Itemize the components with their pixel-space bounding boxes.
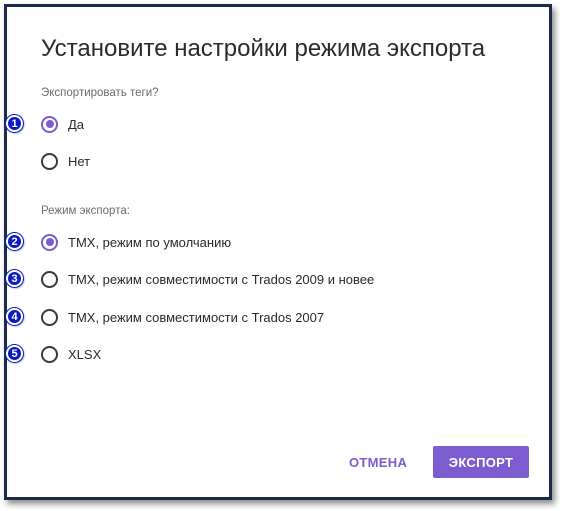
radio-dot xyxy=(45,120,54,128)
radio-label-tmx-trados-2009: TMX, режим совместимости с Trados 2009 и… xyxy=(68,271,375,287)
radio-option-tags-no[interactable]: Нет xyxy=(41,150,90,172)
radio-button[interactable] xyxy=(41,270,58,288)
radio-label-tmx-trados-2007: TMX, режим совместимости с Trados 2007 xyxy=(68,309,325,325)
radio-button-checked[interactable] xyxy=(41,233,58,251)
cancel-button[interactable]: ОТМЕНА xyxy=(339,447,417,478)
radio-label-no: Нет xyxy=(68,153,91,169)
radio-option-tmx-trados-2009[interactable]: TMX, режим совместимости с Trados 2009 и… xyxy=(41,268,374,290)
export-tags-label: Экспортировать теги? xyxy=(41,87,159,99)
annotation-badge-1: 1 xyxy=(6,115,23,132)
radio-option-tags-yes[interactable]: Да xyxy=(41,113,84,135)
radio-option-xlsx[interactable]: XLSX xyxy=(41,343,101,365)
radio-option-tmx-default[interactable]: TMX, режим по умолчанию xyxy=(41,231,231,253)
export-mode-label: Режим экспорта: xyxy=(41,205,130,217)
radio-dot xyxy=(45,238,54,246)
annotation-badge-2: 2 xyxy=(6,233,23,250)
radio-button[interactable] xyxy=(41,152,58,170)
radio-label-tmx-default: TMX, режим по умолчанию xyxy=(68,234,232,250)
annotation-badge-3: 3 xyxy=(6,270,23,287)
radio-button[interactable] xyxy=(41,345,58,363)
radio-button-checked[interactable] xyxy=(41,115,58,133)
export-settings-dialog: Установите настройки режима экспорта Экс… xyxy=(6,7,549,497)
dialog-title: Установите настройки режима экспорта xyxy=(41,35,486,62)
radio-option-tmx-trados-2007[interactable]: TMX, режим совместимости с Trados 2007 xyxy=(41,306,324,328)
radio-button[interactable] xyxy=(41,308,58,326)
radio-label-yes: Да xyxy=(68,116,85,132)
annotation-badge-5: 5 xyxy=(6,345,23,362)
export-button[interactable]: ЭКСПОРТ xyxy=(433,446,529,478)
annotation-badge-4: 4 xyxy=(6,308,23,325)
radio-label-xlsx: XLSX xyxy=(68,346,102,362)
dialog-frame: Установите настройки режима экспорта Экс… xyxy=(4,4,552,500)
